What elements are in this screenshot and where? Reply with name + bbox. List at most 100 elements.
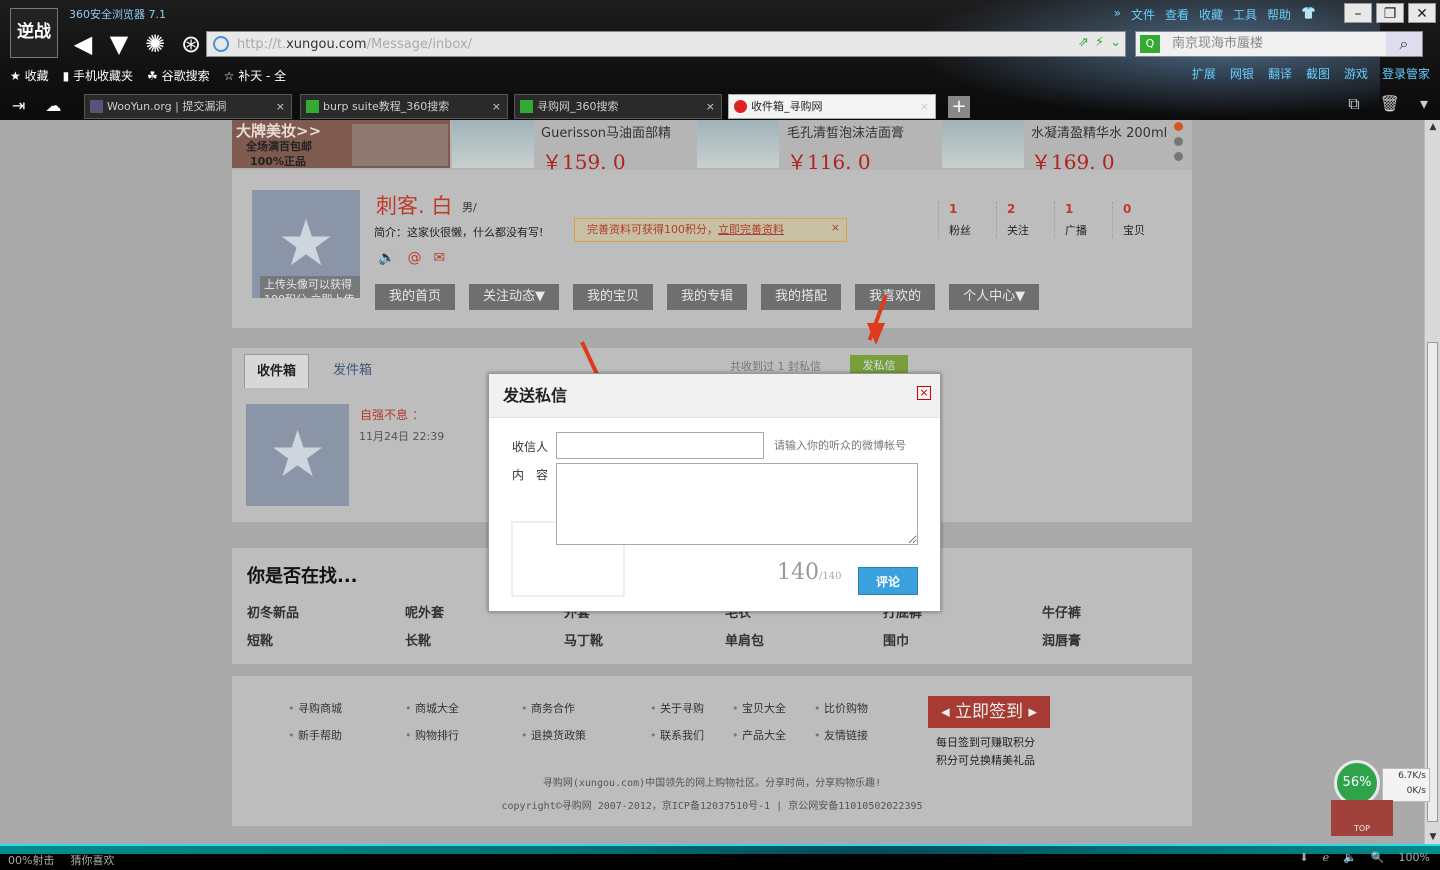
search-box[interactable]: Q 南京现海市蜃楼 ⌕ [1135, 31, 1423, 57]
keyword-link[interactable]: 长靴 [405, 630, 431, 649]
minimize-button[interactable]: – [1344, 3, 1372, 23]
menu-help[interactable]: 帮助 [1267, 6, 1291, 23]
menu-view[interactable]: 查看 [1165, 6, 1189, 23]
footer-link[interactable]: 比价购物 [814, 700, 868, 716]
bookmark-mobile[interactable]: ▮ 手机收藏夹 [63, 67, 133, 84]
footer-link[interactable]: 退换货政策 [521, 727, 586, 743]
volume-icon[interactable]: 🔈 [1343, 851, 1357, 864]
home-icon[interactable]: ⊛ [176, 30, 206, 58]
pager-dot[interactable] [1174, 122, 1183, 131]
nav-user-center[interactable]: 个人中心▼ [949, 284, 1040, 310]
bookmark-google[interactable]: ☘ 谷歌搜索 [147, 67, 210, 84]
tab-close-icon[interactable]: × [706, 95, 715, 118]
back-icon[interactable]: ◀ [68, 30, 98, 58]
scrollbar-thumb[interactable] [1427, 342, 1438, 822]
tab-close-icon[interactable]: × [276, 95, 285, 118]
nav-my-items[interactable]: 我的宝贝 [573, 284, 654, 310]
footer-link[interactable]: 联系我们 [650, 727, 704, 743]
search-engine-icon[interactable]: Q [1140, 35, 1160, 53]
tool-screenshot[interactable]: 截图 [1306, 65, 1330, 82]
footer-link[interactable]: 宝贝大全 [732, 700, 786, 716]
trash-icon[interactable]: 🗑 [1380, 94, 1400, 114]
keyword-link[interactable]: 牛仔裤 [1042, 602, 1081, 621]
signin-button[interactable]: ◂ 立即签到 ▸ [928, 696, 1050, 728]
footer-link[interactable]: 新手帮助 [288, 727, 342, 743]
keyword-link[interactable]: 围巾 [883, 630, 909, 649]
skin-icon[interactable]: 👕 [1301, 6, 1316, 23]
nav-my-likes[interactable]: 我喜欢的 [855, 284, 936, 310]
keyword-link[interactable]: 润唇膏 [1042, 630, 1081, 649]
stat-fans[interactable]: 1 粉丝 [938, 202, 996, 238]
nav-feed[interactable]: 关注动态▼ [469, 284, 560, 310]
dialog-close-icon[interactable]: × [917, 386, 931, 400]
refresh-icon[interactable]: ✺ [140, 30, 170, 58]
avatar[interactable]: ★ 上传头像可以获得100积分 立即上传 [252, 190, 360, 298]
new-tab-button[interactable]: + [948, 96, 970, 118]
share-icon[interactable]: ⇗ [1078, 35, 1089, 50]
tab-outbox-messages[interactable]: 发件箱 [321, 354, 384, 388]
product-image[interactable] [942, 120, 1024, 168]
zoom-level[interactable]: 100% [1399, 851, 1430, 864]
footer-link[interactable]: 友情链接 [814, 727, 868, 743]
keyword-link[interactable]: 马丁靴 [564, 630, 603, 649]
search-icon[interactable]: ⌕ [1386, 32, 1422, 56]
close-window-button[interactable]: ✕ [1408, 3, 1436, 23]
keyword-link[interactable]: 短靴 [247, 630, 273, 649]
recipient-input[interactable] [556, 432, 764, 459]
ie-icon[interactable]: ℯ [1323, 851, 1330, 864]
tab-inbox-messages[interactable]: 收件箱 [244, 354, 310, 388]
address-dropdown-icon[interactable]: ⌄ [1110, 35, 1121, 50]
menu-tools[interactable]: 工具 [1233, 6, 1257, 23]
stat-broadcast[interactable]: 1 广播 [1054, 202, 1112, 238]
product-image[interactable] [452, 120, 534, 168]
pager-dot[interactable] [1174, 152, 1183, 161]
restore-tab-icon[interactable]: ⧉ [1348, 94, 1359, 114]
tool-games[interactable]: 游戏 [1344, 65, 1368, 82]
footer-link[interactable]: 商城大全 [405, 700, 459, 716]
tab-xungou-search[interactable]: 寻购网_360搜索 × [514, 94, 722, 119]
hint-close-icon[interactable]: × [831, 217, 840, 239]
menu-expand-icon[interactable]: » [1114, 6, 1121, 23]
mention-icon[interactable]: @ [407, 250, 421, 266]
pager-dot[interactable] [1174, 137, 1183, 146]
address-url[interactable]: http://t.xungou.com/Message/inbox/ [237, 37, 472, 52]
sender-avatar[interactable]: ★ [246, 404, 349, 506]
sidebar-toggle-icon[interactable]: ⇥ [12, 96, 25, 115]
forward-icon[interactable]: ▼ [104, 30, 134, 58]
bookmark-butian[interactable]: ☆ 补天 - 全 [224, 67, 287, 84]
nav-my-home[interactable]: 我的首页 [375, 284, 456, 310]
search-input[interactable]: 南京现海市蜃楼 [1172, 36, 1263, 51]
tab-close-icon[interactable]: × [492, 95, 501, 118]
avatar-upload-tip[interactable]: 上传头像可以获得100积分 立即上传 [260, 276, 360, 298]
download-icon[interactable]: ⬇ [1299, 851, 1308, 864]
footer-link[interactable]: 购物排行 [405, 727, 459, 743]
stat-items[interactable]: 0 宝贝 [1112, 202, 1170, 238]
tool-extensions[interactable]: 扩展 [1192, 65, 1216, 82]
tab-burp[interactable]: burp suite教程_360搜索 × [300, 94, 508, 119]
nav-my-outfits[interactable]: 我的搭配 [761, 284, 842, 310]
product-name[interactable]: Guerisson马油面部精 [541, 122, 671, 141]
product-name[interactable]: 毛孔清皙泡沫洁面膏 [787, 122, 904, 141]
menu-favorites[interactable]: 收藏 [1199, 6, 1223, 23]
tab-wooyun[interactable]: WooYun.org | 提交漏洞 × [84, 94, 292, 119]
tool-bank[interactable]: 网银 [1230, 65, 1254, 82]
tab-inbox[interactable]: 收件箱_寻购网 × [728, 94, 936, 119]
restore-button[interactable]: ❐ [1376, 3, 1404, 23]
tab-menu-icon[interactable]: ▾ [1420, 94, 1428, 114]
mail-icon[interactable]: ✉ [433, 250, 445, 266]
scroll-up-icon[interactable]: ▲ [1427, 122, 1439, 132]
tool-translate[interactable]: 翻译 [1268, 65, 1292, 82]
tool-login[interactable]: 登录管家 [1382, 65, 1430, 82]
status-game[interactable]: 00%射击 [8, 852, 54, 868]
address-bar[interactable]: http://t.xungou.com/Message/inbox/ ⇗ ⚡ ⌄ [206, 31, 1126, 57]
scroll-down-icon[interactable]: ▼ [1427, 832, 1439, 842]
keyword-link[interactable]: 单肩包 [725, 630, 764, 649]
submit-button[interactable]: 评论 [858, 567, 918, 595]
complete-profile-link[interactable]: 立即完善资料 [718, 223, 784, 236]
cloud-icon[interactable]: ☁ [45, 96, 61, 115]
sender-name[interactable]: 自强不息 ： [360, 406, 424, 423]
zoom-icon[interactable]: 🔍 [1371, 851, 1385, 864]
message-content-textarea[interactable] [556, 463, 918, 545]
keyword-link[interactable]: 呢外套 [405, 602, 444, 621]
footer-link[interactable]: 关于寻购 [650, 700, 704, 716]
